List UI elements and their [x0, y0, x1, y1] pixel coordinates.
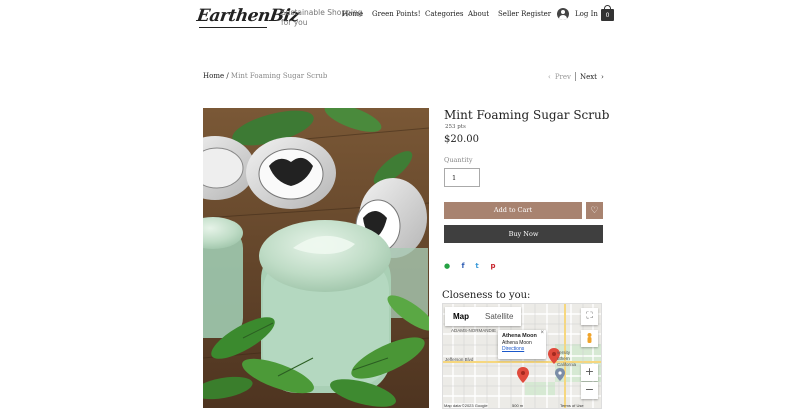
product-points: 253 pts — [445, 124, 466, 130]
cart-count: 0 — [601, 9, 614, 21]
map-label-university: versity — [557, 350, 571, 355]
zoom-out-icon[interactable]: − — [581, 382, 598, 399]
nav-seller-register[interactable]: Seller Register — [498, 10, 551, 18]
product-price: $20.00 — [444, 134, 479, 145]
close-icon[interactable]: × — [540, 330, 544, 336]
closeness-heading: Closeness to you: — [442, 290, 531, 301]
map-attribution: Map data ©2023 Google — [444, 403, 488, 408]
map-label-california: California — [557, 362, 577, 367]
zoom-in-icon[interactable]: + — [581, 364, 598, 381]
pinterest-icon[interactable]: p — [489, 262, 497, 270]
map-info-window: Athena Moon Athena Moon Directions × — [498, 330, 546, 359]
cart-icon[interactable]: 0 — [601, 5, 614, 21]
next-link[interactable]: Next — [580, 73, 597, 81]
facebook-icon[interactable]: f — [459, 262, 467, 270]
logo-underline — [199, 27, 267, 28]
login-button[interactable]: Log In — [557, 7, 598, 21]
map-label-jefferson: Jefferson Blvd — [445, 357, 474, 362]
tab-map[interactable]: Map — [445, 307, 477, 326]
map-label-southern: uthern — [557, 356, 570, 361]
avatar-icon — [557, 8, 569, 20]
add-to-cart-button[interactable]: Add to Cart — [444, 202, 582, 219]
login-label: Log In — [575, 10, 598, 18]
breadcrumb-home[interactable]: Home — [203, 72, 224, 80]
map-type-tabs: Map Satellite — [445, 307, 522, 326]
terms-link[interactable]: Terms of Use — [560, 403, 584, 408]
product-image[interactable] — [203, 108, 429, 408]
nav-about[interactable]: About — [468, 10, 489, 18]
pegman-icon[interactable] — [581, 330, 598, 347]
pager-divider — [574, 72, 576, 81]
nav-categories[interactable]: Categories — [425, 10, 464, 18]
product-title: Mint Foaming Sugar Scrub — [444, 108, 610, 122]
breadcrumb: Home / Mint Foaming Sugar Scrub — [203, 72, 327, 80]
directions-link[interactable]: Directions — [502, 346, 542, 353]
prev-link[interactable]: Prev — [555, 73, 571, 81]
breadcrumb-current: Mint Foaming Sugar Scrub — [230, 72, 328, 80]
fullscreen-icon[interactable]: ⛶ — [581, 308, 598, 325]
map-label-adams-normandie: ADAMS-NORMANDIE — [451, 328, 497, 333]
product-photo — [203, 108, 429, 408]
nav-home[interactable]: Home — [342, 10, 363, 18]
tab-satellite[interactable]: Satellite — [477, 307, 521, 326]
quantity-label: Quantity — [444, 156, 473, 164]
wishlist-heart-icon[interactable]: ♡ — [586, 202, 603, 219]
map-scale: 500 m — [512, 403, 524, 408]
whatsapp-icon[interactable]: ● — [443, 262, 451, 270]
site-header: EarthenBiz Sustainable Shopping for you … — [0, 0, 806, 32]
buy-now-button[interactable]: Buy Now — [444, 225, 603, 243]
map-footer: Map data ©2023 Google 500 m Terms of Use — [442, 402, 602, 409]
quantity-field[interactable] — [444, 168, 480, 187]
nav-green-points[interactable]: Green Points! — [372, 10, 421, 18]
next-chevron-icon[interactable]: › — [601, 73, 604, 81]
breadcrumb-separator: / — [224, 72, 231, 80]
info-title: Athena Moon — [502, 333, 537, 339]
twitter-icon[interactable]: t — [473, 262, 481, 270]
prev-chevron-icon[interactable]: ‹ — [548, 73, 551, 81]
pager: ‹ Prev Next › — [548, 72, 604, 81]
